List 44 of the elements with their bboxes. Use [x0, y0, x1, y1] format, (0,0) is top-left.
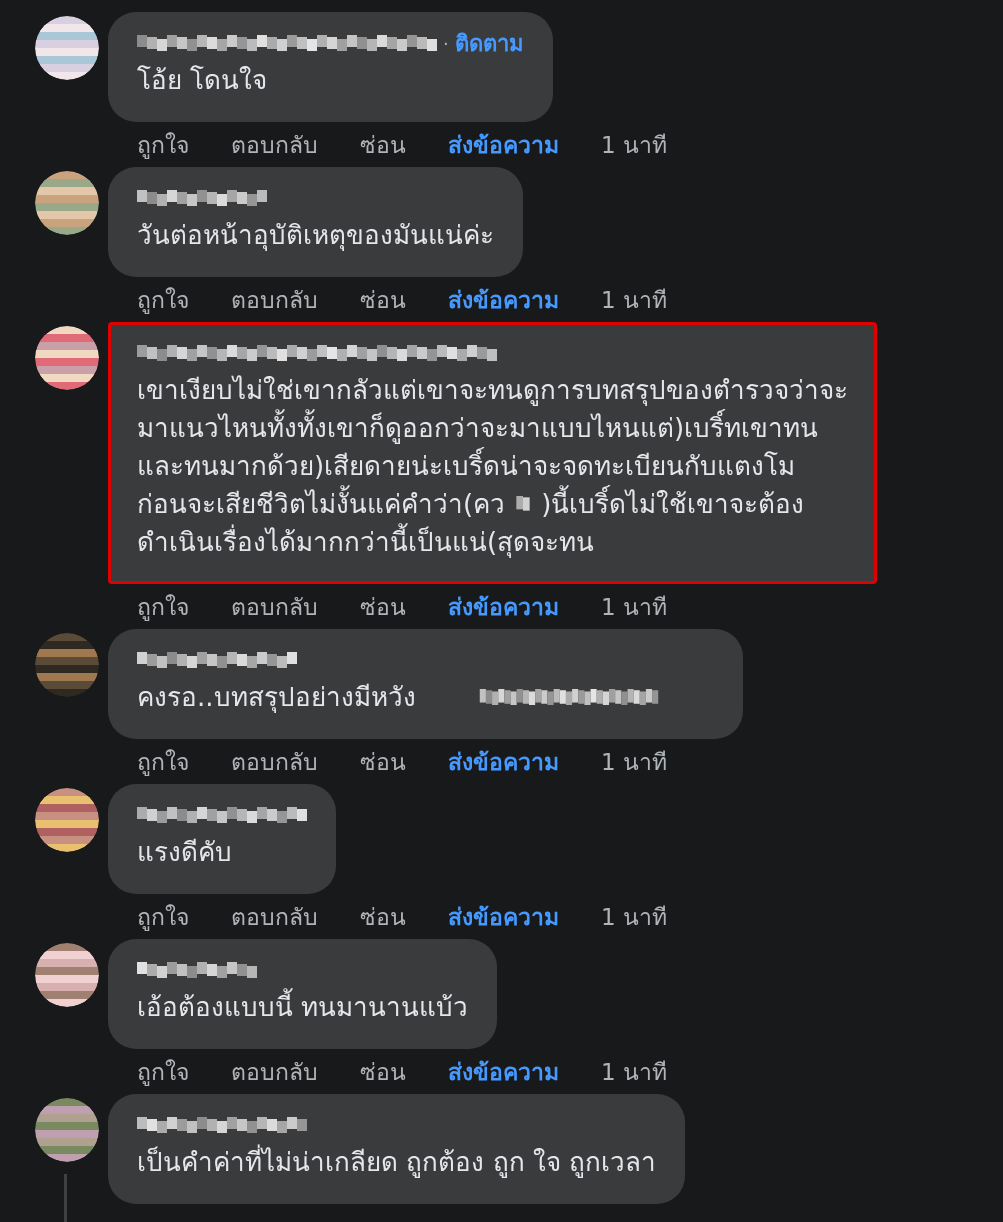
- comment-action-link[interactable]: ตอบกลับ: [231, 743, 318, 780]
- comment-action-link[interactable]: ถูกใจ: [137, 898, 189, 935]
- comment-text: มาแนวไหนทั้งทั้งเขาก็ดูออกว่าจะมาแบบไหนแต่)เบริ์ทเขาทน: [137, 409, 819, 447]
- comment-text: ก่อนจะเสียชีวิตไม่งั้นแค่คำว่า(คว: [137, 485, 506, 523]
- comment-action-link[interactable]: ถูกใจ: [137, 588, 189, 625]
- send-message-link[interactable]: ส่งข้อความ: [448, 743, 559, 780]
- comment-action-link[interactable]: ซ่อน: [360, 898, 406, 935]
- comment-text: โอ้ย โดนใจ: [137, 64, 268, 97]
- timestamp[interactable]: 1 นาที: [601, 898, 667, 935]
- comment-text: เอ้อต้องแบบนี้ ทนมานานแบ้ว: [137, 988, 469, 1026]
- comment-text: แรงดีคับ: [137, 836, 232, 869]
- timestamp[interactable]: 1 นาที: [601, 1053, 667, 1090]
- comment-text: และทนมากด้วย)เสียดายน่ะเบริ์ดน่าจะจดทะเบียนกับแตงโม: [137, 447, 796, 485]
- comment-action-link[interactable]: ถูกใจ: [137, 126, 189, 163]
- send-message-link[interactable]: ส่งข้อความ: [448, 1053, 559, 1090]
- comment-action-link[interactable]: ซ่อน: [360, 743, 406, 780]
- comment-action-link[interactable]: ตอบกลับ: [231, 588, 318, 625]
- comment-action-link[interactable]: ตอบกลับ: [231, 126, 318, 163]
- comment-action-link[interactable]: ตอบกลับ: [231, 1053, 318, 1090]
- timestamp[interactable]: 1 นาที: [601, 126, 667, 163]
- comment-action-link[interactable]: ซ่อน: [360, 126, 406, 163]
- comment-text: เป็นคำค่าที่ไม่น่าเกลียด ถูกต้อง ถูก ใจ ถูกเวลา: [137, 1143, 657, 1181]
- comment-action-link[interactable]: ซ่อน: [360, 588, 406, 625]
- comment-text: วันต่อหน้าอุบัติเหตุของมันแน่ค่ะ: [137, 219, 494, 253]
- send-message-link[interactable]: ส่งข้อความ: [448, 588, 559, 625]
- comment-text: )นี้เบริ์ดไม่ใช้เขาจะต้อง: [541, 485, 805, 523]
- comment-action-link[interactable]: ถูกใจ: [137, 743, 189, 780]
- send-message-link[interactable]: ส่งข้อความ: [448, 281, 559, 318]
- comment-action-link[interactable]: ถูกใจ: [137, 1053, 189, 1090]
- comment-action-link[interactable]: ตอบกลับ: [231, 281, 318, 318]
- timestamp[interactable]: 1 นาที: [601, 743, 667, 780]
- comment-action-link[interactable]: ตอบกลับ: [231, 898, 318, 935]
- separator-dot: ·: [443, 32, 449, 54]
- comment-action-link[interactable]: ถูกใจ: [137, 281, 189, 318]
- comment-action-link[interactable]: ซ่อน: [360, 1053, 406, 1090]
- send-message-link[interactable]: ส่งข้อความ: [448, 898, 559, 935]
- timestamp[interactable]: 1 นาที: [601, 281, 667, 318]
- send-message-link[interactable]: ส่งข้อความ: [448, 126, 559, 163]
- timestamp[interactable]: 1 นาที: [601, 588, 667, 625]
- comment-text: ดำเนินเรื่องได้มากกว่านี้เป็นแน่(สุดจะทน: [137, 523, 595, 561]
- comment-action-link[interactable]: ซ่อน: [360, 281, 406, 318]
- comment-text: คงรอ..บทสรุปอย่างมีหวัง: [137, 681, 416, 715]
- follow-link[interactable]: ติดตาม: [454, 25, 524, 61]
- comment-text: เขาเงียบไม่ใช่เขากลัวแต่เขาจะทนดูการบทสรุปของตำรวจว่าจะ: [137, 374, 848, 408]
